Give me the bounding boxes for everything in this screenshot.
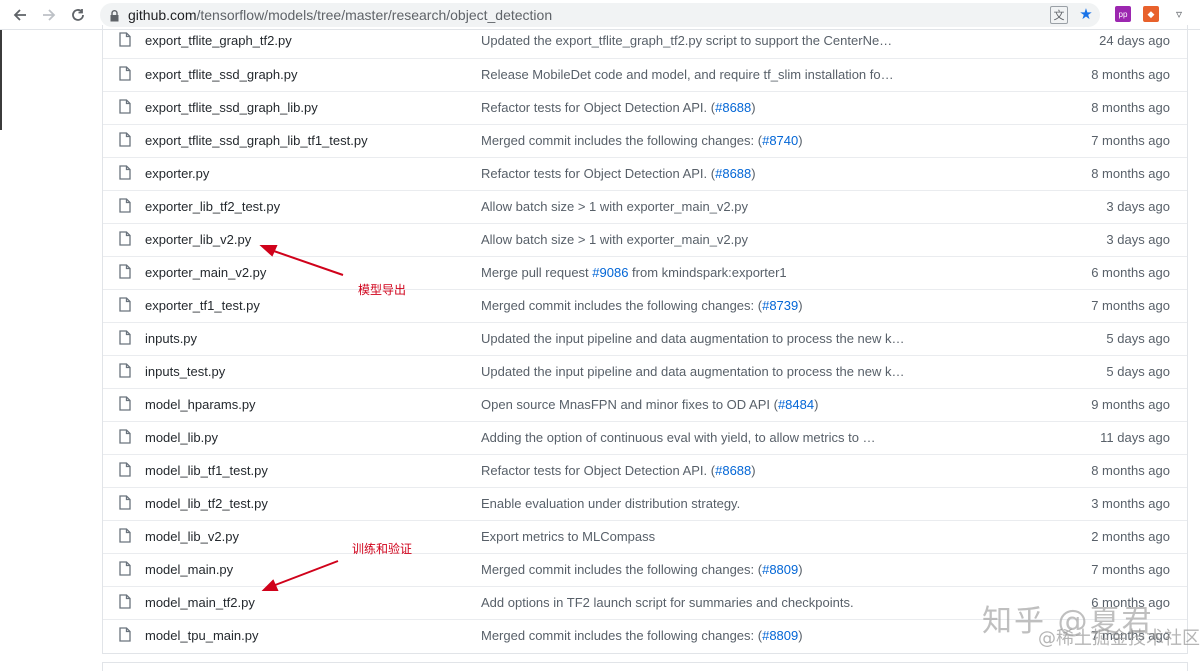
train-annotation-label: 训练和验证: [352, 542, 413, 556]
watermark-juejin: @稀土掘金技术社区: [1038, 628, 1200, 649]
annotation-arrows: [259, 245, 344, 591]
export-arrow: [259, 245, 344, 276]
export-annotation-label: 模型导出: [358, 283, 407, 297]
train-arrow: [261, 560, 339, 591]
